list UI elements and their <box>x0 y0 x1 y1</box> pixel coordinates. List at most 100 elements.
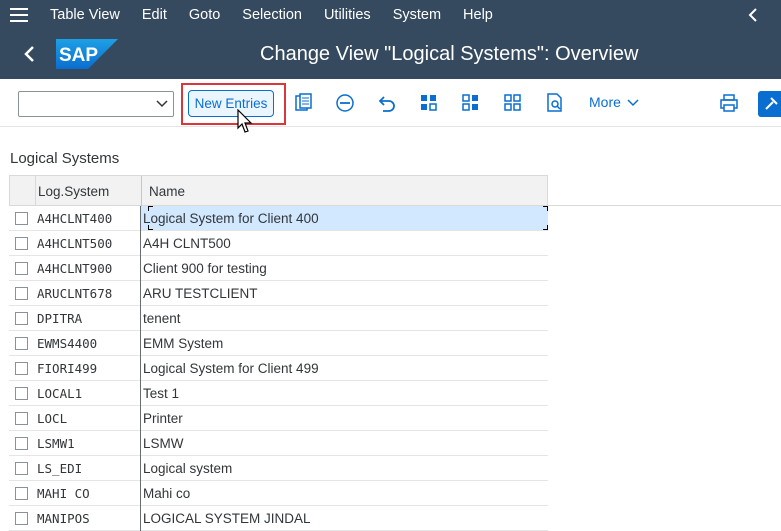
name-cell[interactable]: Logical System for Client 400 <box>141 206 548 230</box>
name-cell-text: Logical System for Client 400 <box>143 211 319 226</box>
row-checkbox[interactable] <box>15 262 28 275</box>
chevron-left-icon[interactable] <box>747 7 759 23</box>
menu-utilities[interactable]: Utilities <box>324 7 371 23</box>
table-row[interactable]: FIORI499 Logical System for Client 499 <box>9 356 548 381</box>
table-row[interactable]: LS_EDI Logical system <box>9 456 548 481</box>
table-row[interactable]: MAHI CO Mahi co <box>9 481 548 506</box>
menu-system[interactable]: System <box>393 7 441 23</box>
log-system-cell[interactable]: A4HCLNT900 <box>37 261 112 276</box>
undo-icon[interactable] <box>376 92 398 114</box>
log-system-cell[interactable]: LOCL <box>37 411 67 426</box>
row-checkbox[interactable] <box>15 362 28 375</box>
name-cell[interactable]: A4H CLNT500 <box>141 231 548 255</box>
log-system-cell[interactable]: MAHI CO <box>37 486 90 501</box>
log-system-cell[interactable]: LS_EDI <box>37 461 82 476</box>
hamburger-menu-icon[interactable] <box>10 8 28 22</box>
name-cell-text: Mahi co <box>143 486 191 501</box>
name-cell-text: EMM System <box>143 336 224 351</box>
more-label: More <box>589 94 621 110</box>
settings-icon[interactable] <box>758 91 781 117</box>
mouse-cursor-icon <box>237 109 253 133</box>
menu-table-view[interactable]: Table View <box>50 7 120 23</box>
name-cell-text: LSMW <box>143 436 184 451</box>
menu-edit[interactable]: Edit <box>142 7 167 23</box>
page-title: Change View "Logical Systems": Overview <box>260 43 639 65</box>
table-row[interactable]: A4HCLNT900 Client 900 for testing <box>9 256 548 281</box>
row-checkbox[interactable] <box>15 312 28 325</box>
print-icon[interactable] <box>718 92 740 114</box>
focus-corner <box>148 206 153 211</box>
row-checkbox[interactable] <box>15 337 28 350</box>
row-checkbox[interactable] <box>15 462 28 475</box>
menu-help[interactable]: Help <box>463 7 493 23</box>
name-cell-text: LOGICAL SYSTEM JINDAL <box>143 511 311 526</box>
table-row[interactable]: A4HCLNT500 A4H CLNT500 <box>9 231 548 256</box>
select-all-column-header[interactable] <box>10 176 36 207</box>
table-row[interactable]: LOCL Printer <box>9 406 548 431</box>
column-divider <box>141 176 142 207</box>
row-checkbox[interactable] <box>15 437 28 450</box>
log-system-cell[interactable]: EWMS4400 <box>37 336 97 351</box>
copy-icon[interactable] <box>292 92 314 114</box>
log-system-cell[interactable]: DPITRA <box>37 311 82 326</box>
find-icon[interactable] <box>544 92 566 114</box>
table-body: A4HCLNT400 Logical System for Client 400 A… <box>9 206 548 531</box>
name-cell-text: Logical System for Client 499 <box>143 361 319 376</box>
name-cell[interactable]: Logical system <box>141 456 548 480</box>
back-arrow-icon[interactable] <box>18 42 42 66</box>
row-checkbox[interactable] <box>15 387 28 400</box>
menu-goto[interactable]: Goto <box>189 7 220 23</box>
name-cell[interactable]: Client 900 for testing <box>141 256 548 280</box>
table-row[interactable]: LOCAL1 Test 1 <box>9 381 548 406</box>
column-header-log-system[interactable]: Log.System <box>38 184 109 199</box>
name-cell[interactable]: Test 1 <box>141 381 548 405</box>
menu-bar: Table View Edit Goto Selection Utilities… <box>0 0 781 30</box>
name-cell-text: tenent <box>143 311 181 326</box>
row-checkbox[interactable] <box>15 512 28 525</box>
name-cell[interactable]: Logical System for Client 499 <box>141 356 548 380</box>
name-cell[interactable]: LOGICAL SYSTEM JINDAL <box>141 506 548 530</box>
name-cell[interactable]: tenent <box>141 306 548 330</box>
row-checkbox[interactable] <box>15 287 28 300</box>
row-checkbox[interactable] <box>15 237 28 250</box>
name-cell[interactable]: Mahi co <box>141 481 548 505</box>
sap-logo: SAP <box>56 39 118 69</box>
table-row[interactable]: DPITRA tenent <box>9 306 548 331</box>
new-entries-button[interactable]: New Entries <box>188 90 274 117</box>
log-system-cell[interactable]: LSMW1 <box>37 436 75 451</box>
table-row[interactable]: ARUCLNT678 ARU TESTCLIENT <box>9 281 548 306</box>
row-checkbox[interactable] <box>15 487 28 500</box>
log-system-cell[interactable]: A4HCLNT400 <box>37 211 112 226</box>
log-system-cell[interactable]: MANIPOS <box>37 511 90 526</box>
log-system-cell[interactable]: ARUCLNT678 <box>37 286 112 301</box>
delete-icon[interactable] <box>334 92 356 114</box>
log-system-cell[interactable]: FIORI499 <box>37 361 97 376</box>
table-row[interactable]: A4HCLNT400 Logical System for Client 400 <box>9 206 548 231</box>
table-row[interactable]: LSMW1 LSMW <box>9 431 548 456</box>
name-cell-text: Logical system <box>143 461 233 476</box>
select-block-icon[interactable] <box>460 92 482 114</box>
chevron-down-icon[interactable] <box>155 98 169 110</box>
log-system-cell[interactable]: A4HCLNT500 <box>37 236 112 251</box>
name-cell[interactable]: ARU TESTCLIENT <box>141 281 548 305</box>
name-cell[interactable]: LSMW <box>141 431 548 455</box>
name-cell[interactable]: EMM System <box>141 331 548 355</box>
command-field[interactable] <box>18 91 174 117</box>
table-header: Log.System Name <box>9 175 548 207</box>
menu-selection[interactable]: Selection <box>242 7 302 23</box>
more-button[interactable]: More <box>589 94 639 110</box>
log-system-cell[interactable]: LOCAL1 <box>37 386 82 401</box>
focus-corner <box>543 225 548 230</box>
table-row[interactable]: EWMS4400 EMM System <box>9 331 548 356</box>
name-cell[interactable]: Printer <box>141 406 548 430</box>
header-extension <box>548 175 781 206</box>
name-cell-text: A4H CLNT500 <box>143 236 231 251</box>
table-row[interactable]: MANIPOS LOGICAL SYSTEM JINDAL <box>9 506 548 531</box>
row-checkbox[interactable] <box>15 212 28 225</box>
name-cell-text: Test 1 <box>143 386 180 401</box>
select-all-icon[interactable] <box>418 92 440 114</box>
deselect-all-icon[interactable] <box>502 92 524 114</box>
name-cell-text: Client 900 for testing <box>143 261 267 276</box>
column-header-name[interactable]: Name <box>149 184 185 199</box>
row-checkbox[interactable] <box>15 412 28 425</box>
